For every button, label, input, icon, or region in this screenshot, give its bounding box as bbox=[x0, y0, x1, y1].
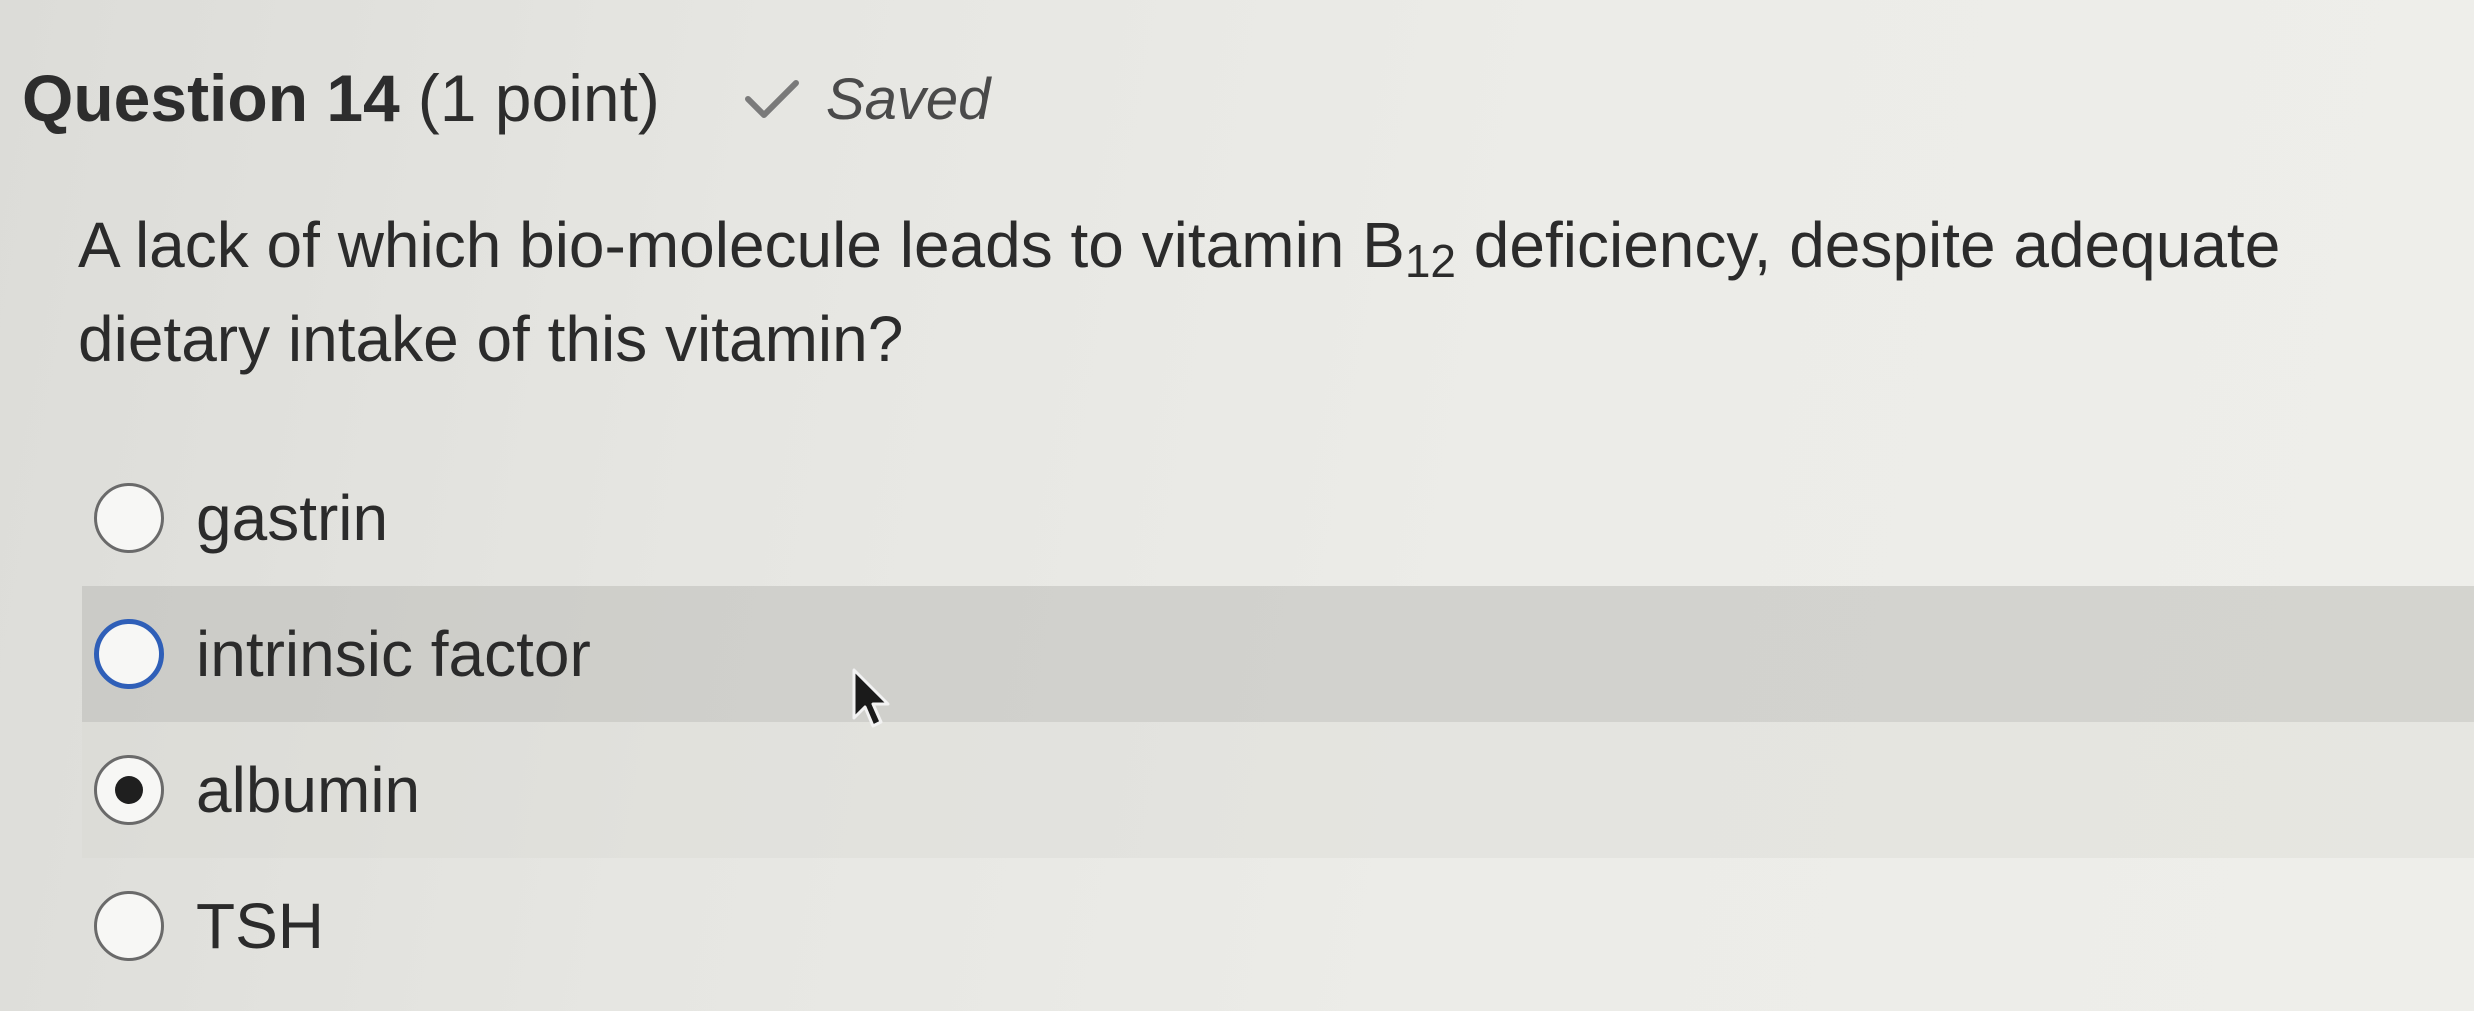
option-label: gastrin bbox=[196, 482, 389, 554]
option-gastrin[interactable]: gastrin bbox=[82, 450, 2474, 586]
option-label: TSH bbox=[196, 890, 324, 962]
option-tsh[interactable]: TSH bbox=[82, 858, 2474, 994]
option-albumin[interactable]: albumin bbox=[82, 722, 2474, 858]
question-subscript: 12 bbox=[1404, 235, 1457, 287]
saved-status: Saved bbox=[744, 66, 990, 133]
radio-button[interactable] bbox=[94, 619, 164, 689]
check-icon bbox=[744, 77, 800, 121]
mouse-pointer-icon bbox=[850, 668, 894, 732]
saved-label: Saved bbox=[825, 66, 991, 132]
radio-button-selected[interactable] bbox=[94, 755, 164, 825]
answer-options: gastrin intrinsic factor albumin TSH bbox=[82, 450, 2474, 994]
option-label: albumin bbox=[196, 754, 421, 826]
question-text: A lack of which bio-molecule leads to vi… bbox=[78, 198, 2408, 386]
question-points: (1 point) bbox=[417, 61, 660, 135]
quiz-page: Question 14 (1 point) Saved A lack of wh… bbox=[0, 0, 2474, 1011]
radio-button[interactable] bbox=[94, 483, 164, 553]
radio-selected-dot bbox=[115, 776, 143, 804]
question-header: Question 14 (1 point) Saved bbox=[22, 60, 990, 136]
question-title: Question 14 bbox=[22, 61, 400, 135]
option-intrinsic-factor[interactable]: intrinsic factor bbox=[82, 586, 2474, 722]
option-label: intrinsic factor bbox=[196, 618, 591, 690]
question-text-start: A lack of which bio-molecule leads to vi… bbox=[78, 209, 1405, 281]
radio-button[interactable] bbox=[94, 891, 164, 961]
